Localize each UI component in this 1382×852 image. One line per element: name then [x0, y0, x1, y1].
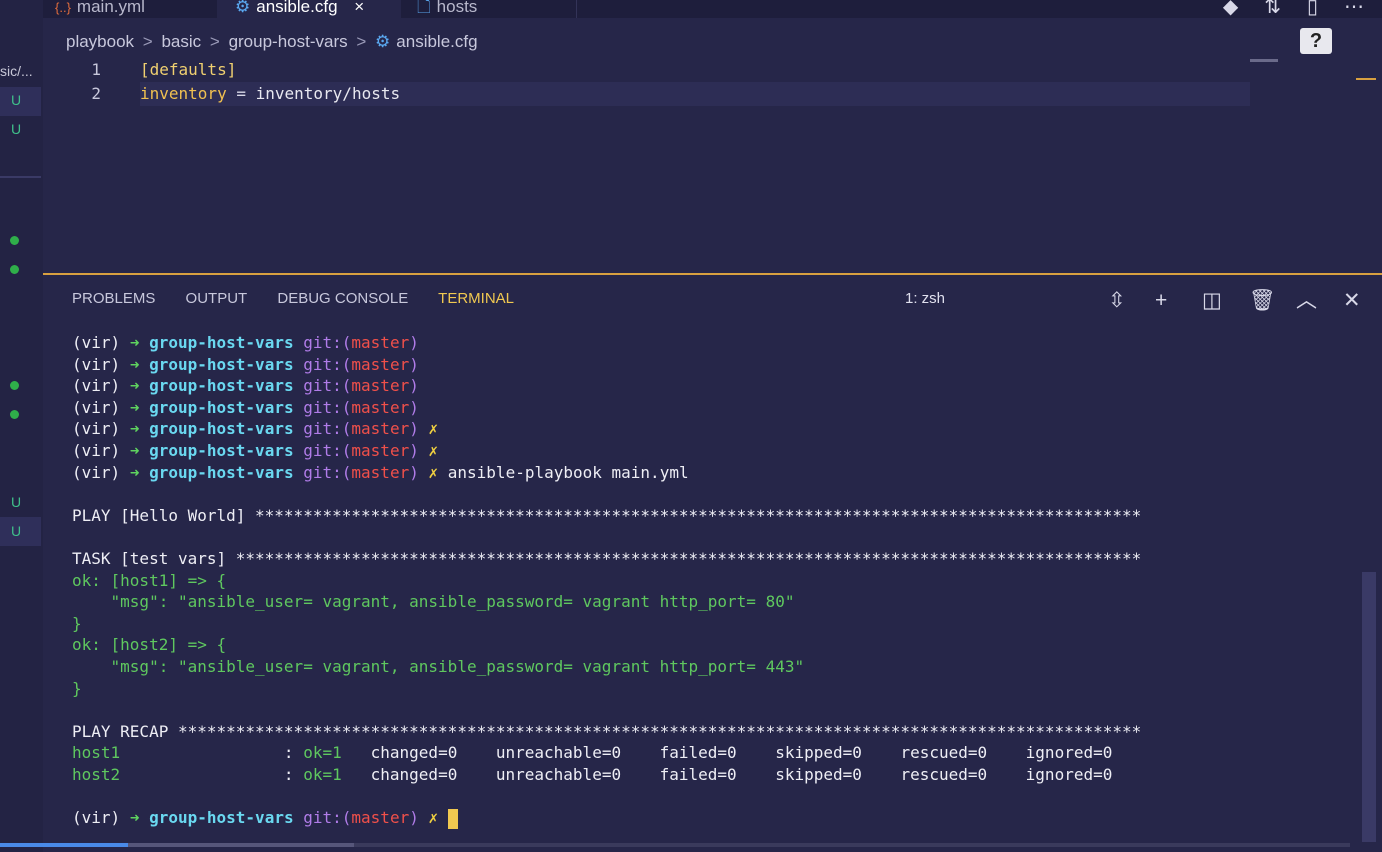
line-number: 2 — [91, 84, 101, 103]
close-panel-icon[interactable]: ✕ — [1343, 288, 1382, 313]
tab-label: ansible.cfg — [256, 0, 338, 16]
task-result-line: ok: [host2] => { — [72, 635, 227, 655]
tab-label: hosts — [436, 0, 478, 16]
breadcrumb-item[interactable]: playbook — [66, 32, 134, 51]
code-text: inventory = inventory/hosts — [140, 84, 401, 103]
tab-main-yml[interactable]: {..} main.yml — [43, 0, 217, 18]
terminal-output[interactable]: (vir) ➜ group-host-vars git:(master) (vi… — [72, 332, 1352, 829]
chevron-right-icon: > — [142, 32, 153, 51]
tab-debug-console[interactable]: DEBUG CONSOLE — [277, 290, 408, 307]
horizontal-scrollbar-thumb[interactable] — [128, 843, 354, 847]
prompt-line: (vir) ➜ group-host-vars git:(master) — [72, 397, 419, 417]
terminal-select[interactable]: 1: zsh — [905, 290, 945, 307]
prompt-line: (vir) ➜ group-host-vars git:(master) — [72, 354, 419, 374]
terminal-scrollbar[interactable] — [1362, 572, 1376, 842]
task-result-line: "msg": "ansible_user= vagrant, ansible_p… — [72, 656, 805, 676]
recap-row: host1 : ok=1 changed=0 unreachable=0 fai… — [72, 743, 1113, 763]
untracked-badge: U — [11, 92, 22, 108]
breadcrumb: playbook > basic > group-host-vars > ⚙ an… — [66, 32, 478, 52]
editor-line: 2 inventory = inventory/hosts — [43, 82, 1250, 106]
more-actions-icon[interactable]: ⋯ — [1344, 0, 1364, 18]
progress-indicator — [0, 843, 128, 847]
compare-changes-icon[interactable]: ⇅ — [1264, 0, 1281, 18]
help-icon[interactable]: ? — [1300, 28, 1332, 54]
play-header: PLAY [Hello World] *********************… — [72, 505, 1142, 525]
untracked-badge: U — [11, 523, 22, 539]
trash-icon[interactable]: 🗑 — [1249, 289, 1296, 313]
tab-output[interactable]: OUTPUT — [186, 290, 248, 307]
recap-row: host2 : ok=1 changed=0 unreachable=0 fai… — [72, 764, 1113, 784]
panel-tabs: PROBLEMS OUTPUT DEBUG CONSOLE TERMINAL — [72, 290, 540, 307]
json-file-icon: {..} — [55, 0, 71, 15]
gear-icon: ⚙ — [235, 0, 251, 16]
git-icon[interactable]: ◆ — [1223, 0, 1238, 18]
prompt-line: (vir) ➜ group-host-vars git:(master) ✗ — [72, 440, 439, 460]
chevron-right-icon: > — [356, 32, 367, 51]
prompt-line: (vir) ➜ group-host-vars git:(master) ✗ — [72, 419, 439, 439]
panel-border[interactable] — [43, 273, 1382, 275]
modified-dot — [10, 265, 19, 274]
modified-dot — [10, 381, 19, 390]
breadcrumb-item[interactable]: group-host-vars — [229, 32, 348, 51]
task-result-line: } — [72, 678, 82, 698]
untracked-badge: U — [11, 121, 22, 137]
task-result-line: "msg": "ansible_user= vagrant, ansible_p… — [72, 592, 795, 612]
tab-terminal[interactable]: TERMINAL — [438, 290, 514, 307]
prompt-line: (vir) ➜ group-host-vars git:(master) — [72, 376, 419, 396]
split-terminal-icon[interactable]: ◫ — [1202, 288, 1249, 313]
explorer-sidebar: sic/... U U U U — [0, 0, 43, 852]
tab-ansible-cfg[interactable]: ⚙ ansible.cfg × — [217, 0, 401, 18]
select-dropdown-icon[interactable]: ⇳ — [1108, 288, 1155, 313]
terminal-actions: ⇳ + ◫ 🗑 ︿ ✕ — [1108, 284, 1382, 314]
modified-dot — [10, 410, 19, 419]
command-text: ansible-playbook main.yml — [447, 462, 689, 482]
task-result-line: ok: [host1] => { — [72, 570, 227, 590]
sidebar-path-fragment[interactable]: sic/... — [0, 63, 33, 79]
code-text: [defaults] — [140, 60, 237, 79]
breadcrumb-item[interactable]: basic — [161, 32, 201, 51]
new-terminal-icon[interactable]: + — [1155, 289, 1202, 313]
untracked-badge: U — [11, 494, 22, 510]
chevron-up-icon[interactable]: ︿ — [1296, 284, 1343, 314]
chevron-right-icon: > — [209, 32, 220, 51]
split-editor-icon[interactable]: ▯ — [1307, 0, 1318, 18]
file-icon: 🗋 — [417, 0, 431, 16]
breadcrumb-item[interactable]: ansible.cfg — [396, 32, 477, 51]
recap-header: PLAY RECAP *****************************… — [72, 721, 1142, 741]
gear-icon: ⚙ — [375, 32, 391, 51]
task-header: TASK [test vars] ***********************… — [72, 548, 1142, 568]
editor-line: 1 [defaults] — [43, 58, 1250, 82]
code-editor[interactable]: 1 [defaults] 2 inventory = inventory/hos… — [43, 58, 1382, 273]
sidebar-divider — [0, 176, 41, 178]
close-icon[interactable]: × — [354, 0, 364, 16]
tab-label: main.yml — [76, 0, 145, 16]
prompt-line: (vir) ➜ group-host-vars git:(master) — [72, 333, 419, 352]
task-result-line: } — [72, 613, 82, 633]
tab-problems[interactable]: PROBLEMS — [72, 290, 155, 307]
editor-tab-bar: {..} main.yml ⚙ ansible.cfg × 🗋 hosts ◆ ⇅ ▯ ⋯ — [43, 0, 1382, 18]
line-number: 1 — [91, 60, 101, 79]
editor-actions: ◆ ⇅ ▯ ⋯ — [1197, 0, 1364, 19]
terminal-cursor — [447, 808, 458, 829]
tab-hosts[interactable]: 🗋 hosts — [401, 0, 577, 18]
prompt-line: (vir) ➜ group-host-vars git:(master) ✗ a… — [72, 462, 689, 482]
prompt-line: (vir) ➜ group-host-vars git:(master) ✗ — [72, 807, 1352, 829]
modified-dot — [10, 236, 19, 245]
